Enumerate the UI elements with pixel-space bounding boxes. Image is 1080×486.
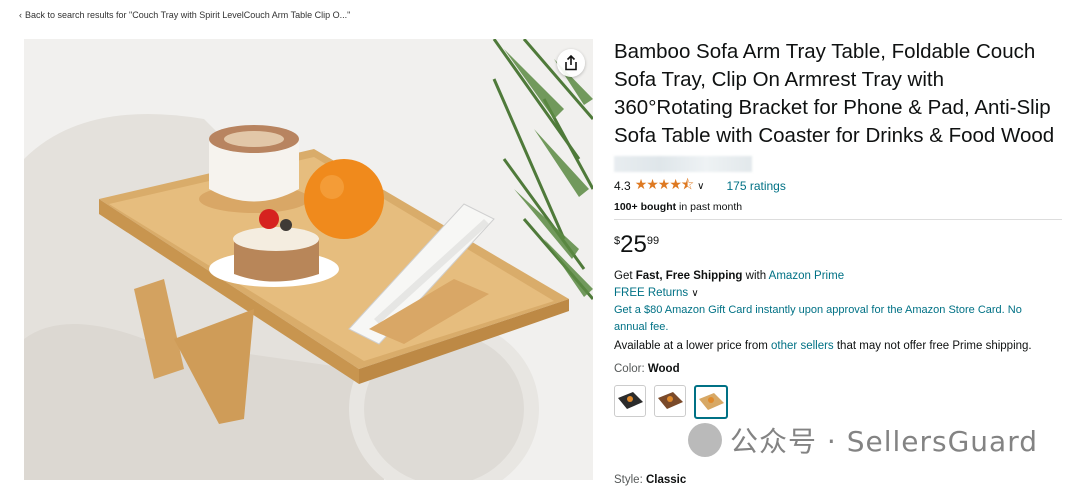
product-details: Bamboo Sofa Arm Tray Table, Foldable Cou… bbox=[614, 38, 1064, 419]
free-returns-link[interactable]: FREE Returns ∨ bbox=[614, 285, 1064, 302]
color-swatches bbox=[614, 385, 1064, 419]
swatch-thumbnail-icon bbox=[699, 393, 724, 410]
shipping-middle: with bbox=[742, 270, 769, 282]
wechat-logo-icon bbox=[688, 423, 722, 457]
shipping-info: Get Fast, Free Shipping with Amazon Prim… bbox=[614, 268, 1064, 285]
free-returns-label: FREE Returns bbox=[614, 287, 689, 299]
lower-price-prefix: Available at a lower price from bbox=[614, 340, 772, 352]
lower-price-notice: Available at a lower price from other se… bbox=[614, 338, 1034, 355]
watermark-text: 公众号 · SellersGuard bbox=[730, 425, 1038, 458]
style-selection: Style: Classic bbox=[614, 474, 686, 486]
price: $ 25 99 bbox=[614, 232, 1064, 258]
bought-suffix: in past month bbox=[676, 201, 743, 213]
swatch-option-1[interactable] bbox=[614, 385, 646, 417]
share-button[interactable] bbox=[557, 49, 585, 77]
shipping-bold: Fast, Free Shipping bbox=[635, 270, 743, 282]
rating-row: 4.3 ★★★★⯪ ∨ 175 ratings bbox=[614, 174, 1064, 198]
ratings-count-link[interactable]: 175 ratings bbox=[726, 179, 785, 193]
other-sellers-link[interactable]: other sellers bbox=[771, 340, 834, 352]
divider bbox=[614, 219, 1062, 220]
color-value: Wood bbox=[647, 363, 680, 375]
bought-in-past-month: 100+ bought in past month bbox=[614, 201, 1064, 213]
swatch-thumbnail-icon bbox=[658, 392, 683, 409]
product-photo bbox=[24, 39, 593, 480]
amazon-prime-link[interactable]: Amazon Prime bbox=[769, 270, 844, 282]
color-selection: Color: Wood bbox=[614, 363, 1064, 375]
chevron-down-icon: ∨ bbox=[691, 288, 699, 299]
breadcrumb-link[interactable]: Back to search results for "Couch Tray w… bbox=[25, 10, 350, 20]
lower-price-suffix: that may not offer free Prime shipping. bbox=[833, 340, 1032, 352]
style-label: Style: bbox=[614, 474, 646, 486]
gift-card-offer-link[interactable]: Get a $80 Amazon Gift Card instantly upo… bbox=[614, 302, 1054, 336]
blurred-store-link bbox=[614, 156, 752, 172]
product-title: Bamboo Sofa Arm Tray Table, Foldable Cou… bbox=[614, 40, 1055, 147]
bought-count: 100+ bought bbox=[614, 201, 677, 213]
color-label: Color: bbox=[614, 363, 648, 375]
chevron-down-icon[interactable]: ∨ bbox=[697, 181, 704, 192]
star-rating-icon[interactable]: ★★★★⯪ bbox=[635, 174, 694, 198]
breadcrumb[interactable]: ‹ Back to search results for "Couch Tray … bbox=[19, 10, 350, 20]
price-whole: 25 bbox=[620, 231, 647, 258]
style-value: Classic bbox=[645, 474, 687, 486]
rating-value: 4.3 bbox=[614, 179, 631, 193]
product-image[interactable] bbox=[24, 39, 593, 480]
chevron-left-icon: ‹ bbox=[19, 10, 22, 20]
swatch-option-2[interactable] bbox=[654, 385, 686, 417]
share-icon bbox=[565, 55, 577, 71]
shipping-prefix: Get bbox=[614, 270, 636, 282]
price-fraction: 99 bbox=[646, 235, 660, 247]
swatch-option-wood-selected[interactable] bbox=[694, 385, 728, 419]
swatch-thumbnail-icon bbox=[618, 392, 643, 409]
watermark: 公众号 · SellersGuard bbox=[688, 420, 1038, 460]
